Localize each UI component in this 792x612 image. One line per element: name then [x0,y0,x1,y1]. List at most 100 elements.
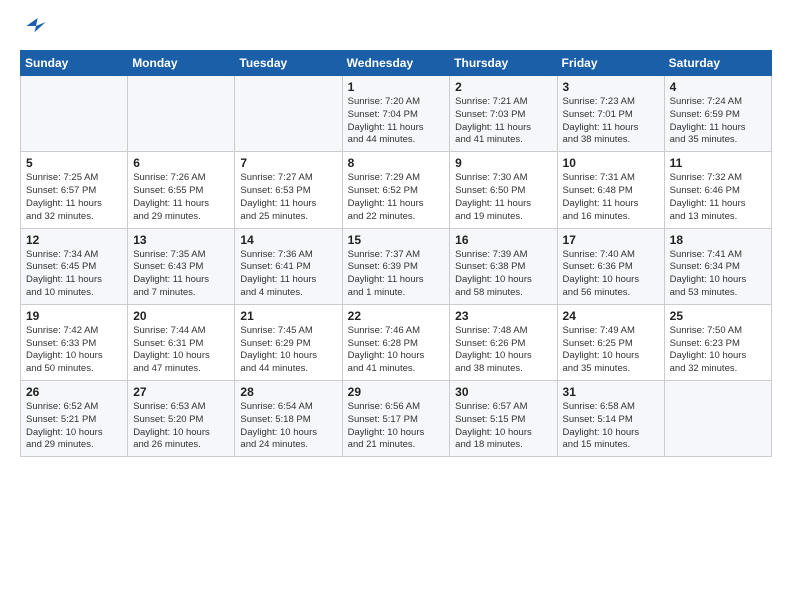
day-number: 13 [133,233,229,247]
day-cell: 20 Sunrise: 7:44 AM Sunset: 6:31 PM Dayli… [128,304,235,380]
week-row-2: 12 Sunrise: 7:34 AM Sunset: 6:45 PM Dayli… [21,228,772,304]
header [20,10,772,42]
day-cell: 26 Sunrise: 6:52 AM Sunset: 5:21 PM Dayli… [21,381,128,457]
day-info: Sunrise: 7:49 AM Sunset: 6:25 PM Dayligh… [563,325,659,376]
day-cell: 14Sunrise: 7:36 AM Sunset: 6:41 PM Dayli… [235,228,342,304]
day-number: 5 [26,156,122,170]
day-cell: 11 Sunrise: 7:32 AM Sunset: 6:46 PM Dayli… [664,152,771,228]
logo-icon [20,10,52,42]
day-info: Sunrise: 6:53 AM Sunset: 5:20 PM Dayligh… [133,401,229,452]
day-info: Sunrise: 6:58 AM Sunset: 5:14 PM Dayligh… [563,401,659,452]
day-cell [128,76,235,152]
day-info: Sunrise: 7:23 AM Sunset: 7:01 PM Dayligh… [563,96,659,147]
day-number: 8 [348,156,445,170]
day-cell: 2 Sunrise: 7:21 AM Sunset: 7:03 PM Daylig… [450,76,557,152]
day-number: 7 [240,156,336,170]
day-number: 28 [240,385,336,399]
day-cell: 18 Sunrise: 7:41 AM Sunset: 6:34 PM Dayli… [664,228,771,304]
day-info: Sunrise: 6:52 AM Sunset: 5:21 PM Dayligh… [26,401,122,452]
day-info: Sunrise: 7:24 AM Sunset: 6:59 PM Dayligh… [670,96,766,147]
day-info: Sunrise: 7:48 AM Sunset: 6:26 PM Dayligh… [455,325,551,376]
day-info: Sunrise: 7:20 AM Sunset: 7:04 PM Dayligh… [348,96,445,147]
day-cell: 8 Sunrise: 7:29 AM Sunset: 6:52 PM Daylig… [342,152,450,228]
day-cell: 1 Sunrise: 7:20 AM Sunset: 7:04 PM Daylig… [342,76,450,152]
day-number: 9 [455,156,551,170]
day-info: Sunrise: 7:30 AM Sunset: 6:50 PM Dayligh… [455,172,551,223]
day-info: Sunrise: 7:44 AM Sunset: 6:31 PM Dayligh… [133,325,229,376]
weekday-header-monday: Monday [128,51,235,76]
day-info: Sunrise: 6:57 AM Sunset: 5:15 PM Dayligh… [455,401,551,452]
weekday-header-wednesday: Wednesday [342,51,450,76]
day-info: Sunrise: 7:29 AM Sunset: 6:52 PM Dayligh… [348,172,445,223]
day-info: Sunrise: 7:27 AM Sunset: 6:53 PM Dayligh… [240,172,336,223]
day-cell: 13 Sunrise: 7:35 AM Sunset: 6:43 PM Dayli… [128,228,235,304]
day-number: 15 [348,233,445,247]
day-number: 4 [670,80,766,94]
day-number: 3 [563,80,659,94]
day-info: Sunrise: 7:34 AM Sunset: 6:45 PM Dayligh… [26,249,122,300]
weekday-header-row: SundayMondayTuesdayWednesdayThursdayFrid… [21,51,772,76]
day-number: 16 [455,233,551,247]
weekday-header-friday: Friday [557,51,664,76]
day-info: Sunrise: 7:42 AM Sunset: 6:33 PM Dayligh… [26,325,122,376]
day-cell: 9 Sunrise: 7:30 AM Sunset: 6:50 PM Daylig… [450,152,557,228]
day-info: Sunrise: 7:40 AM Sunset: 6:36 PM Dayligh… [563,249,659,300]
day-info: Sunrise: 7:36 AM Sunset: 6:41 PM Dayligh… [240,249,336,300]
day-info: Sunrise: 7:32 AM Sunset: 6:46 PM Dayligh… [670,172,766,223]
day-cell [235,76,342,152]
day-number: 11 [670,156,766,170]
day-number: 17 [563,233,659,247]
day-number: 27 [133,385,229,399]
day-cell: 4 Sunrise: 7:24 AM Sunset: 6:59 PM Daylig… [664,76,771,152]
day-number: 23 [455,309,551,323]
day-number: 24 [563,309,659,323]
day-number: 12 [26,233,122,247]
day-number: 29 [348,385,445,399]
day-number: 18 [670,233,766,247]
logo [20,10,56,42]
day-cell: 22 Sunrise: 7:46 AM Sunset: 6:28 PM Dayli… [342,304,450,380]
day-number: 19 [26,309,122,323]
day-cell: 21Sunrise: 7:45 AM Sunset: 6:29 PM Dayli… [235,304,342,380]
day-cell: 24 Sunrise: 7:49 AM Sunset: 6:25 PM Dayli… [557,304,664,380]
day-info: Sunrise: 7:46 AM Sunset: 6:28 PM Dayligh… [348,325,445,376]
calendar-table: SundayMondayTuesdayWednesdayThursdayFrid… [20,50,772,457]
week-row-0: 1 Sunrise: 7:20 AM Sunset: 7:04 PM Daylig… [21,76,772,152]
day-info: Sunrise: 7:21 AM Sunset: 7:03 PM Dayligh… [455,96,551,147]
day-cell: 10 Sunrise: 7:31 AM Sunset: 6:48 PM Dayli… [557,152,664,228]
day-info: Sunrise: 7:25 AM Sunset: 6:57 PM Dayligh… [26,172,122,223]
day-info: Sunrise: 7:39 AM Sunset: 6:38 PM Dayligh… [455,249,551,300]
page: SundayMondayTuesdayWednesdayThursdayFrid… [0,0,792,612]
day-cell: 17 Sunrise: 7:40 AM Sunset: 6:36 PM Dayli… [557,228,664,304]
day-cell: 29 Sunrise: 6:56 AM Sunset: 5:17 PM Dayli… [342,381,450,457]
day-number: 26 [26,385,122,399]
day-cell: 27 Sunrise: 6:53 AM Sunset: 5:20 PM Dayli… [128,381,235,457]
day-cell: 5 Sunrise: 7:25 AM Sunset: 6:57 PM Daylig… [21,152,128,228]
day-cell: 3 Sunrise: 7:23 AM Sunset: 7:01 PM Daylig… [557,76,664,152]
day-number: 20 [133,309,229,323]
day-number: 2 [455,80,551,94]
day-cell: 23 Sunrise: 7:48 AM Sunset: 6:26 PM Dayli… [450,304,557,380]
day-number: 25 [670,309,766,323]
day-info: Sunrise: 6:56 AM Sunset: 5:17 PM Dayligh… [348,401,445,452]
day-info: Sunrise: 7:41 AM Sunset: 6:34 PM Dayligh… [670,249,766,300]
weekday-header-sunday: Sunday [21,51,128,76]
day-info: Sunrise: 7:31 AM Sunset: 6:48 PM Dayligh… [563,172,659,223]
day-cell: 19 Sunrise: 7:42 AM Sunset: 6:33 PM Dayli… [21,304,128,380]
week-row-4: 26 Sunrise: 6:52 AM Sunset: 5:21 PM Dayli… [21,381,772,457]
day-number: 6 [133,156,229,170]
day-info: Sunrise: 7:35 AM Sunset: 6:43 PM Dayligh… [133,249,229,300]
day-cell: 15 Sunrise: 7:37 AM Sunset: 6:39 PM Dayli… [342,228,450,304]
day-cell: 7 Sunrise: 7:27 AM Sunset: 6:53 PM Daylig… [235,152,342,228]
day-info: Sunrise: 6:54 AM Sunset: 5:18 PM Dayligh… [240,401,336,452]
day-number: 1 [348,80,445,94]
day-cell: 30Sunrise: 6:57 AM Sunset: 5:15 PM Dayli… [450,381,557,457]
day-info: Sunrise: 7:37 AM Sunset: 6:39 PM Dayligh… [348,249,445,300]
day-cell: 28 Sunrise: 6:54 AM Sunset: 5:18 PM Dayli… [235,381,342,457]
day-cell: 25Sunrise: 7:50 AM Sunset: 6:23 PM Dayli… [664,304,771,380]
day-number: 10 [563,156,659,170]
day-cell: 31Sunrise: 6:58 AM Sunset: 5:14 PM Dayli… [557,381,664,457]
day-cell [21,76,128,152]
day-number: 22 [348,309,445,323]
week-row-1: 5 Sunrise: 7:25 AM Sunset: 6:57 PM Daylig… [21,152,772,228]
